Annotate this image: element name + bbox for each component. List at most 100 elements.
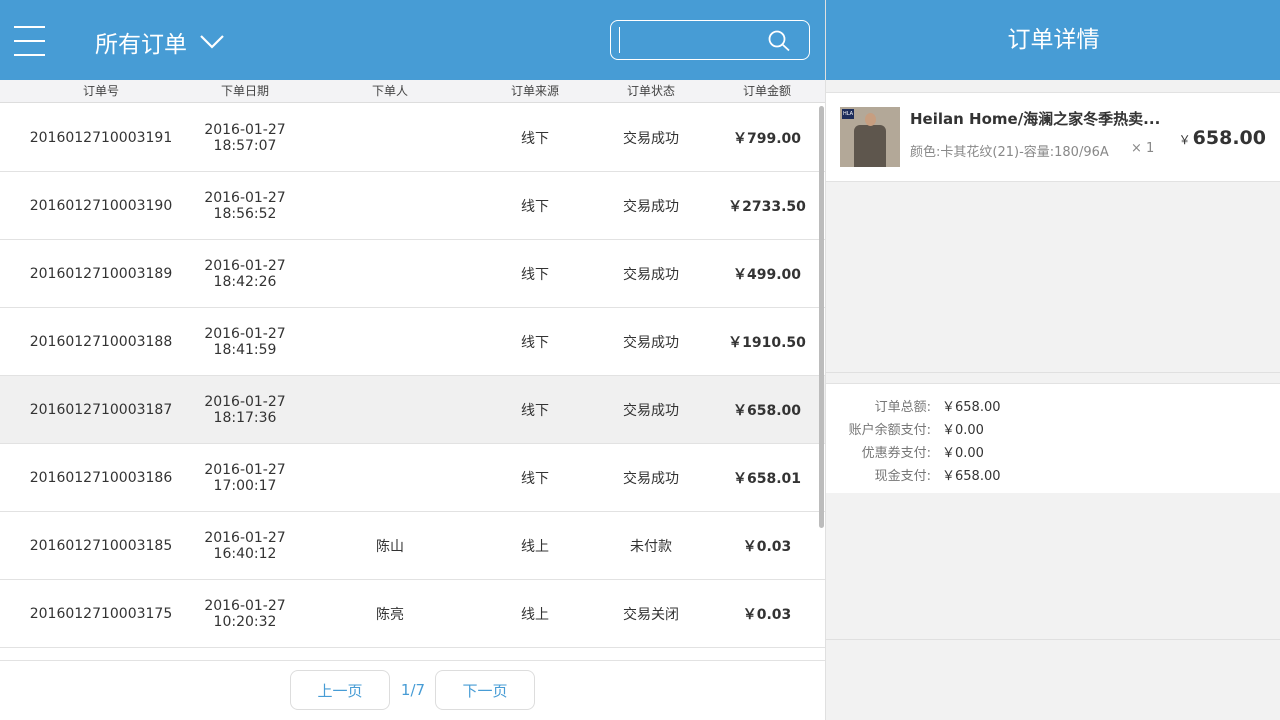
amount-cell: ￥1910.50 bbox=[728, 334, 806, 351]
orders-filter-dropdown[interactable]: 所有订单 bbox=[95, 24, 225, 60]
order-date: 2016-01-27 bbox=[204, 325, 286, 342]
order-date: 2016-01-27 bbox=[204, 257, 286, 274]
table-scrollbar[interactable] bbox=[819, 106, 824, 528]
table-row[interactable]: 2016012710003190 2016-01-27 18:56:52 线下 交易成功… bbox=[0, 172, 825, 240]
order-date-cell: 2016-01-27 18:17:36 bbox=[185, 376, 305, 443]
order-time: 18:56:52 bbox=[213, 205, 277, 222]
customer-cell bbox=[330, 376, 450, 443]
column-customer: 下单人 bbox=[371, 84, 408, 98]
customer-cell bbox=[330, 444, 450, 511]
payment-summary: 订单总额: ￥658.00 账户余额支付: ￥0.00 优惠券支付: ￥0.00… bbox=[826, 383, 1280, 493]
order-item[interactable]: HLA Heilan Home/海澜之家冬季热卖... 颜色:卡其花纹(21)-… bbox=[826, 92, 1280, 182]
source-cell: 线上 bbox=[521, 606, 549, 623]
order-time: 18:57:07 bbox=[213, 137, 277, 154]
table-row[interactable]: 2016012710003188 2016-01-27 18:41:59 线下 交易成功… bbox=[0, 308, 825, 376]
order-date: 2016-01-27 bbox=[204, 461, 286, 478]
status-cell: 交易成功 bbox=[623, 334, 679, 351]
status-cell: 交易成功 bbox=[623, 266, 679, 283]
order-date: 2016-01-27 bbox=[204, 121, 286, 138]
order-number-cell: 2016012710003188 bbox=[29, 333, 173, 350]
order-date-cell: 2016-01-27 16:40:12 bbox=[185, 512, 305, 579]
orders-panel: 所有订单 订单号 下单日期 下单人 订单来源 订单状态 订单金额 2016012… bbox=[0, 0, 825, 720]
orders-filter-label: 所有订单 bbox=[95, 32, 187, 58]
product-price: ￥ 658.00 bbox=[1179, 127, 1266, 149]
order-number-cell: 2016012710003186 bbox=[29, 469, 173, 486]
customer-cell bbox=[330, 308, 450, 375]
order-time: 18:17:36 bbox=[213, 409, 277, 426]
order-time: 18:42:26 bbox=[213, 273, 277, 290]
summary-row: 账户余额支付: ￥0.00 bbox=[826, 419, 1280, 439]
amount-cell: ￥2733.50 bbox=[728, 198, 806, 215]
summary-row: 订单总额: ￥658.00 bbox=[826, 396, 1280, 416]
order-time: 17:00:17 bbox=[213, 477, 277, 494]
amount-cell: ￥499.00 bbox=[732, 266, 802, 283]
table-row[interactable]: 2016012710003175 2016-01-27 10:20:32 陈亮 线上 交易… bbox=[0, 580, 825, 648]
product-spec: 颜色:卡其花纹(21)-容量:180/96A bbox=[910, 145, 1109, 160]
order-number-cell: 2016012710003187 bbox=[29, 401, 173, 418]
status-cell: 未付款 bbox=[630, 538, 672, 555]
search-input[interactable] bbox=[619, 27, 759, 53]
source-cell: 线下 bbox=[521, 402, 549, 419]
order-detail-panel: 订单详情 HLA Heilan Home/海澜之家冬季热卖... 颜色:卡其花纹… bbox=[825, 0, 1280, 720]
order-number-cell: 2016012710003191 bbox=[29, 129, 173, 146]
customer-cell bbox=[330, 172, 450, 239]
order-time: 18:41:59 bbox=[213, 341, 277, 358]
order-date-cell: 2016-01-27 18:57:07 bbox=[185, 104, 305, 171]
order-date: 2016-01-27 bbox=[204, 529, 286, 546]
status-cell: 交易成功 bbox=[623, 198, 679, 215]
order-date: 2016-01-27 bbox=[204, 393, 286, 410]
summary-row: 现金支付: ￥658.00 bbox=[826, 465, 1280, 485]
status-cell: 交易关闭 bbox=[623, 606, 679, 623]
order-number-cell: 2016012710003189 bbox=[29, 265, 173, 282]
source-cell: 线下 bbox=[521, 470, 549, 487]
order-date-cell: 2016-01-27 17:00:17 bbox=[185, 444, 305, 511]
menu-icon[interactable] bbox=[14, 24, 46, 58]
status-cell: 交易成功 bbox=[623, 470, 679, 487]
status-cell: 交易成功 bbox=[623, 402, 679, 419]
column-order-no: 订单号 bbox=[82, 84, 119, 98]
summary-value: ￥658.00 bbox=[942, 469, 1001, 484]
order-date-cell: 2016-01-27 10:20:32 bbox=[185, 580, 305, 647]
order-time: 16:40:12 bbox=[213, 545, 277, 562]
search-icon[interactable] bbox=[767, 29, 793, 53]
source-cell: 线上 bbox=[521, 538, 549, 555]
order-number-cell: 2016012710003185 bbox=[29, 537, 173, 554]
summary-row: 优惠券支付: ￥0.00 bbox=[826, 442, 1280, 462]
orders-header: 所有订单 bbox=[0, 0, 825, 80]
order-date-cell: 2016-01-27 18:56:52 bbox=[185, 172, 305, 239]
table-row[interactable]: 2016012710003187 2016-01-27 18:17:36 线下 交易成功… bbox=[0, 376, 825, 444]
column-source: 订单来源 bbox=[510, 84, 559, 98]
amount-cell: ￥0.03 bbox=[742, 538, 792, 555]
product-price-value: 658.00 bbox=[1192, 127, 1266, 149]
summary-value: ￥0.00 bbox=[942, 423, 984, 438]
table-row[interactable]: 2016012710003191 2016-01-27 18:57:07 线下 交易成功… bbox=[0, 104, 825, 172]
currency-symbol: ￥ bbox=[1178, 133, 1191, 147]
status-cell: 交易成功 bbox=[623, 130, 679, 147]
column-status: 订单状态 bbox=[626, 84, 675, 98]
order-number-cell: 2016012710003175 bbox=[29, 605, 173, 622]
order-time: 10:20:32 bbox=[213, 613, 277, 630]
summary-label: 现金支付: bbox=[874, 469, 931, 484]
table-row[interactable]: 2016012710003185 2016-01-27 16:40:12 陈山 线上 未付… bbox=[0, 512, 825, 580]
table-row[interactable]: 2016012710003189 2016-01-27 18:42:26 线下 交易成功… bbox=[0, 240, 825, 308]
product-name: Heilan Home/海澜之家冬季热卖... bbox=[910, 110, 1161, 128]
amount-cell: ￥0.03 bbox=[742, 606, 792, 623]
amount-cell: ￥658.00 bbox=[732, 402, 802, 419]
orders-table-header: 订单号 下单日期 下单人 订单来源 订单状态 订单金额 bbox=[0, 80, 825, 103]
pagination: 上一页 1/7 下一页 bbox=[0, 660, 825, 720]
source-cell: 线下 bbox=[521, 334, 549, 351]
divider bbox=[826, 639, 1280, 640]
prev-page-button[interactable]: 上一页 bbox=[290, 670, 390, 710]
app: 所有订单 订单号 下单日期 下单人 订单来源 订单状态 订单金额 2016012… bbox=[0, 0, 1280, 720]
summary-value: ￥658.00 bbox=[942, 400, 1001, 415]
summary-label: 优惠券支付: bbox=[861, 446, 931, 461]
summary-label: 账户余额支付: bbox=[848, 423, 931, 438]
source-cell: 线下 bbox=[521, 130, 549, 147]
divider bbox=[826, 372, 1280, 373]
order-detail-title: 订单详情 bbox=[826, 0, 1280, 80]
customer-cell bbox=[330, 104, 450, 171]
next-page-button[interactable]: 下一页 bbox=[435, 670, 535, 710]
table-row[interactable]: 2016012710003186 2016-01-27 17:00:17 线下 交易成功… bbox=[0, 444, 825, 512]
summary-label: 订单总额: bbox=[874, 400, 931, 415]
customer-cell: 陈亮 bbox=[376, 606, 404, 623]
